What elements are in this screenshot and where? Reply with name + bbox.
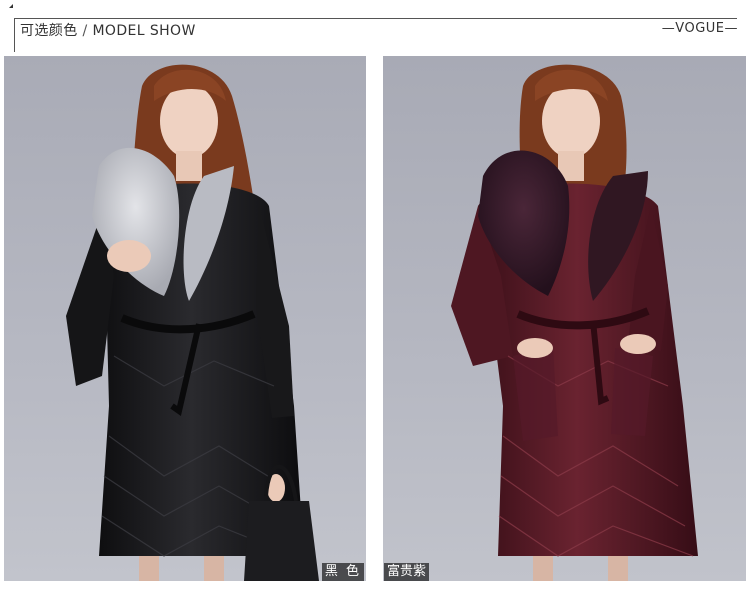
section-title-cn: 可选颜色 <box>20 23 78 39</box>
section-title-en: MODEL SHOW <box>92 23 196 39</box>
color-label-black: 黑 色 <box>321 563 364 581</box>
section-title-separator: / <box>82 23 88 39</box>
header-top-rule <box>14 18 737 19</box>
corner-mark <box>9 4 13 8</box>
model-photo-purple: 富贵紫 <box>383 56 746 581</box>
section-header: 可选颜色 / MODEL SHOW —VOGUE— <box>0 0 750 52</box>
model-photo-black: 黑 色 <box>4 56 366 581</box>
model-illustration-purple <box>383 56 746 581</box>
color-label-purple: 富贵紫 <box>384 563 430 581</box>
model-illustration-black <box>4 56 366 581</box>
header-left-rule <box>14 18 15 52</box>
section-title: 可选颜色 / MODEL SHOW <box>20 20 196 40</box>
vogue-label: —VOGUE— <box>661 21 738 36</box>
